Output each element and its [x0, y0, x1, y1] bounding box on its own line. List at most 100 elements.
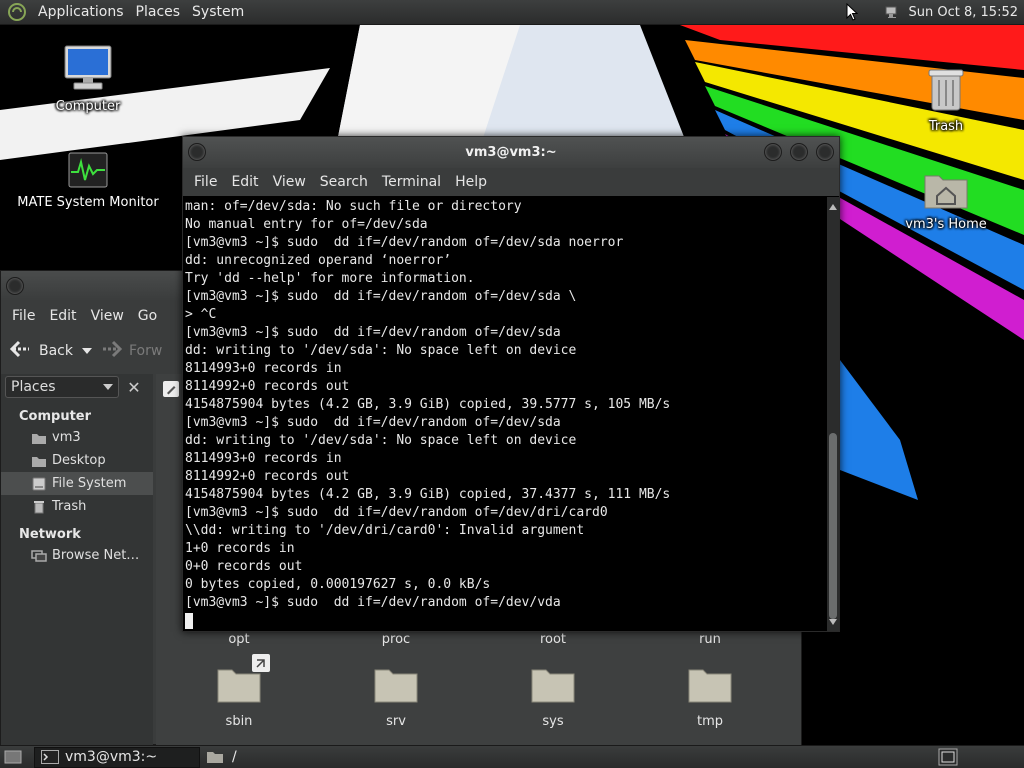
- terminal-line: 4154875904 bytes (4.2 GB, 3.9 GiB) copie…: [185, 487, 671, 502]
- sidebar-item-label: Trash: [52, 499, 87, 514]
- folder-item[interactable]: tmp: [645, 664, 775, 729]
- sidebar-item-file-system[interactable]: File System: [1, 472, 153, 495]
- mouse-pointer-icon: [841, 1, 863, 23]
- pencil-icon[interactable]: [162, 380, 180, 402]
- terminal-line: [vm3@vm3 ~]$ sudo dd if=/dev/random of=/…: [185, 505, 608, 520]
- folder-item[interactable]: root: [488, 632, 618, 647]
- sidebar-item-vm3[interactable]: vm3: [1, 426, 153, 449]
- terminal-menubar: File Edit View Search Terminal Help: [183, 168, 839, 196]
- menu-edit[interactable]: Edit: [224, 174, 265, 190]
- scrollbar-thumb[interactable]: [829, 433, 837, 619]
- folder-item[interactable]: opt: [174, 632, 304, 647]
- folder-label: sbin: [225, 714, 253, 729]
- terminal-line: [vm3@vm3 ~]$ sudo dd if=/dev/random of=/…: [185, 415, 561, 430]
- desktop-icon-label: Trash: [928, 119, 964, 134]
- desktop-icon-label: vm3's Home: [905, 217, 987, 232]
- menu-go[interactable]: Go: [131, 308, 164, 324]
- terminal-line: dd: unrecognized operand ‘noerror’: [185, 253, 452, 268]
- folder-label: opt: [228, 632, 250, 647]
- back-arrow-icon: [9, 340, 31, 362]
- desktop-icon-home[interactable]: vm3's Home: [900, 168, 992, 232]
- sidebar-item-label: vm3: [52, 430, 81, 445]
- sidebar-type-select[interactable]: Places: [5, 376, 119, 398]
- menu-view[interactable]: View: [266, 174, 313, 190]
- menu-file[interactable]: File: [187, 174, 224, 190]
- terminal-line: 8114992+0 records out: [185, 379, 350, 394]
- terminal-scrollbar[interactable]: [827, 197, 839, 631]
- sidebar-close-button[interactable]: ✕: [123, 376, 145, 398]
- desktop-icon-label: MATE System Monitor: [17, 195, 159, 210]
- places-sidebar: Places ✕ Computer vm3 Desktop File Syste…: [1, 374, 153, 746]
- menu-file[interactable]: File: [5, 308, 42, 324]
- taskbar-item-file-manager[interactable]: /: [200, 747, 243, 768]
- close-icon: ✕: [127, 377, 141, 397]
- forward-button[interactable]: Forw: [101, 340, 162, 362]
- sidebar-item-trash[interactable]: Trash: [1, 495, 153, 518]
- terminal-screen[interactable]: man: of=/dev/sda: No such file or direct…: [185, 197, 827, 631]
- sidebar-item-browse-network[interactable]: Browse Net…: [1, 544, 153, 567]
- home-icon: [31, 431, 47, 445]
- minimize-button[interactable]: [764, 143, 782, 161]
- places-menu[interactable]: Places: [130, 0, 187, 25]
- terminal-line: 0 bytes copied, 0.000197627 s, 0.0 kB/s: [185, 577, 491, 592]
- folder-item[interactable]: sys: [488, 664, 618, 729]
- home-folder-icon: [923, 168, 969, 214]
- sidebar-section-computer: Computer: [19, 409, 92, 424]
- folder-label: run: [699, 632, 721, 647]
- folder-icon: [530, 664, 576, 708]
- terminal-cursor-line: [185, 612, 827, 630]
- folder-icon: [687, 664, 733, 708]
- desktop-icon-trash[interactable]: Trash: [906, 66, 986, 134]
- terminal-title: vm3@vm3:~: [465, 145, 557, 160]
- applications-menu[interactable]: Applications: [32, 0, 130, 25]
- back-button[interactable]: Back: [9, 340, 73, 362]
- back-history-dropdown[interactable]: [81, 343, 93, 359]
- folder-item[interactable]: srv: [331, 664, 461, 729]
- terminal-line: 4154875904 bytes (4.2 GB, 3.9 GiB) copie…: [185, 397, 671, 412]
- folder-item[interactable]: run: [645, 632, 775, 647]
- scroll-up-arrow-icon[interactable]: [829, 199, 837, 214]
- sidebar-section-network: Network: [19, 527, 81, 542]
- folder-item[interactable]: proc: [331, 632, 461, 647]
- terminal-line: [vm3@vm3 ~]$ sudo dd if=/dev/random of=/…: [185, 325, 561, 340]
- terminal-line: Try 'dd --help' for more information.: [185, 271, 475, 286]
- folder-item[interactable]: sbin: [174, 654, 304, 729]
- chevron-down-icon: [81, 343, 93, 359]
- close-button[interactable]: [816, 143, 834, 161]
- folder-label: sys: [542, 714, 564, 729]
- terminal-line: 8114993+0 records in: [185, 451, 342, 466]
- taskbar-item-label: vm3@vm3:~: [65, 749, 158, 765]
- terminal-line: dd: writing to '/dev/sda': No space left…: [185, 433, 577, 448]
- drive-icon: [31, 477, 47, 491]
- terminal-window: vm3@vm3:~ File Edit View Search Terminal…: [182, 136, 840, 632]
- terminal-line: 1+0 records in: [185, 541, 295, 556]
- menu-edit[interactable]: Edit: [42, 308, 83, 324]
- folder-link-icon: [216, 654, 270, 708]
- menu-search[interactable]: Search: [313, 174, 375, 190]
- forward-label: Forw: [129, 343, 163, 359]
- folder-icon: [206, 750, 224, 764]
- menu-terminal[interactable]: Terminal: [375, 174, 448, 190]
- system-monitor-icon: [68, 152, 108, 192]
- network-icon[interactable]: [881, 1, 903, 23]
- workspace-switcher-icon[interactable]: [938, 748, 958, 766]
- window-menu-button[interactable]: [188, 143, 206, 161]
- clock[interactable]: Sun Oct 8, 15:52: [905, 5, 1024, 20]
- system-menu[interactable]: System: [186, 0, 250, 25]
- chevron-down-icon: [103, 379, 113, 395]
- mate-logo-icon[interactable]: [6, 1, 28, 23]
- show-desktop-icon[interactable]: [4, 749, 22, 765]
- sidebar-item-label: File System: [52, 476, 127, 491]
- window-menu-button[interactable]: [6, 277, 24, 295]
- maximize-button[interactable]: [790, 143, 808, 161]
- desktop-icon-computer[interactable]: Computer: [40, 44, 136, 114]
- scroll-down-arrow-icon[interactable]: [829, 614, 837, 629]
- taskbar-item-terminal[interactable]: vm3@vm3:~: [34, 746, 200, 768]
- menu-view[interactable]: View: [84, 308, 131, 324]
- terminal-titlebar[interactable]: vm3@vm3:~: [183, 137, 839, 168]
- menu-help[interactable]: Help: [448, 174, 494, 190]
- sidebar-item-desktop[interactable]: Desktop: [1, 449, 153, 472]
- text-cursor: [185, 612, 193, 629]
- desktop-icon-system-monitor[interactable]: MATE System Monitor: [17, 152, 159, 210]
- sidebar-type-value: Places: [11, 379, 56, 395]
